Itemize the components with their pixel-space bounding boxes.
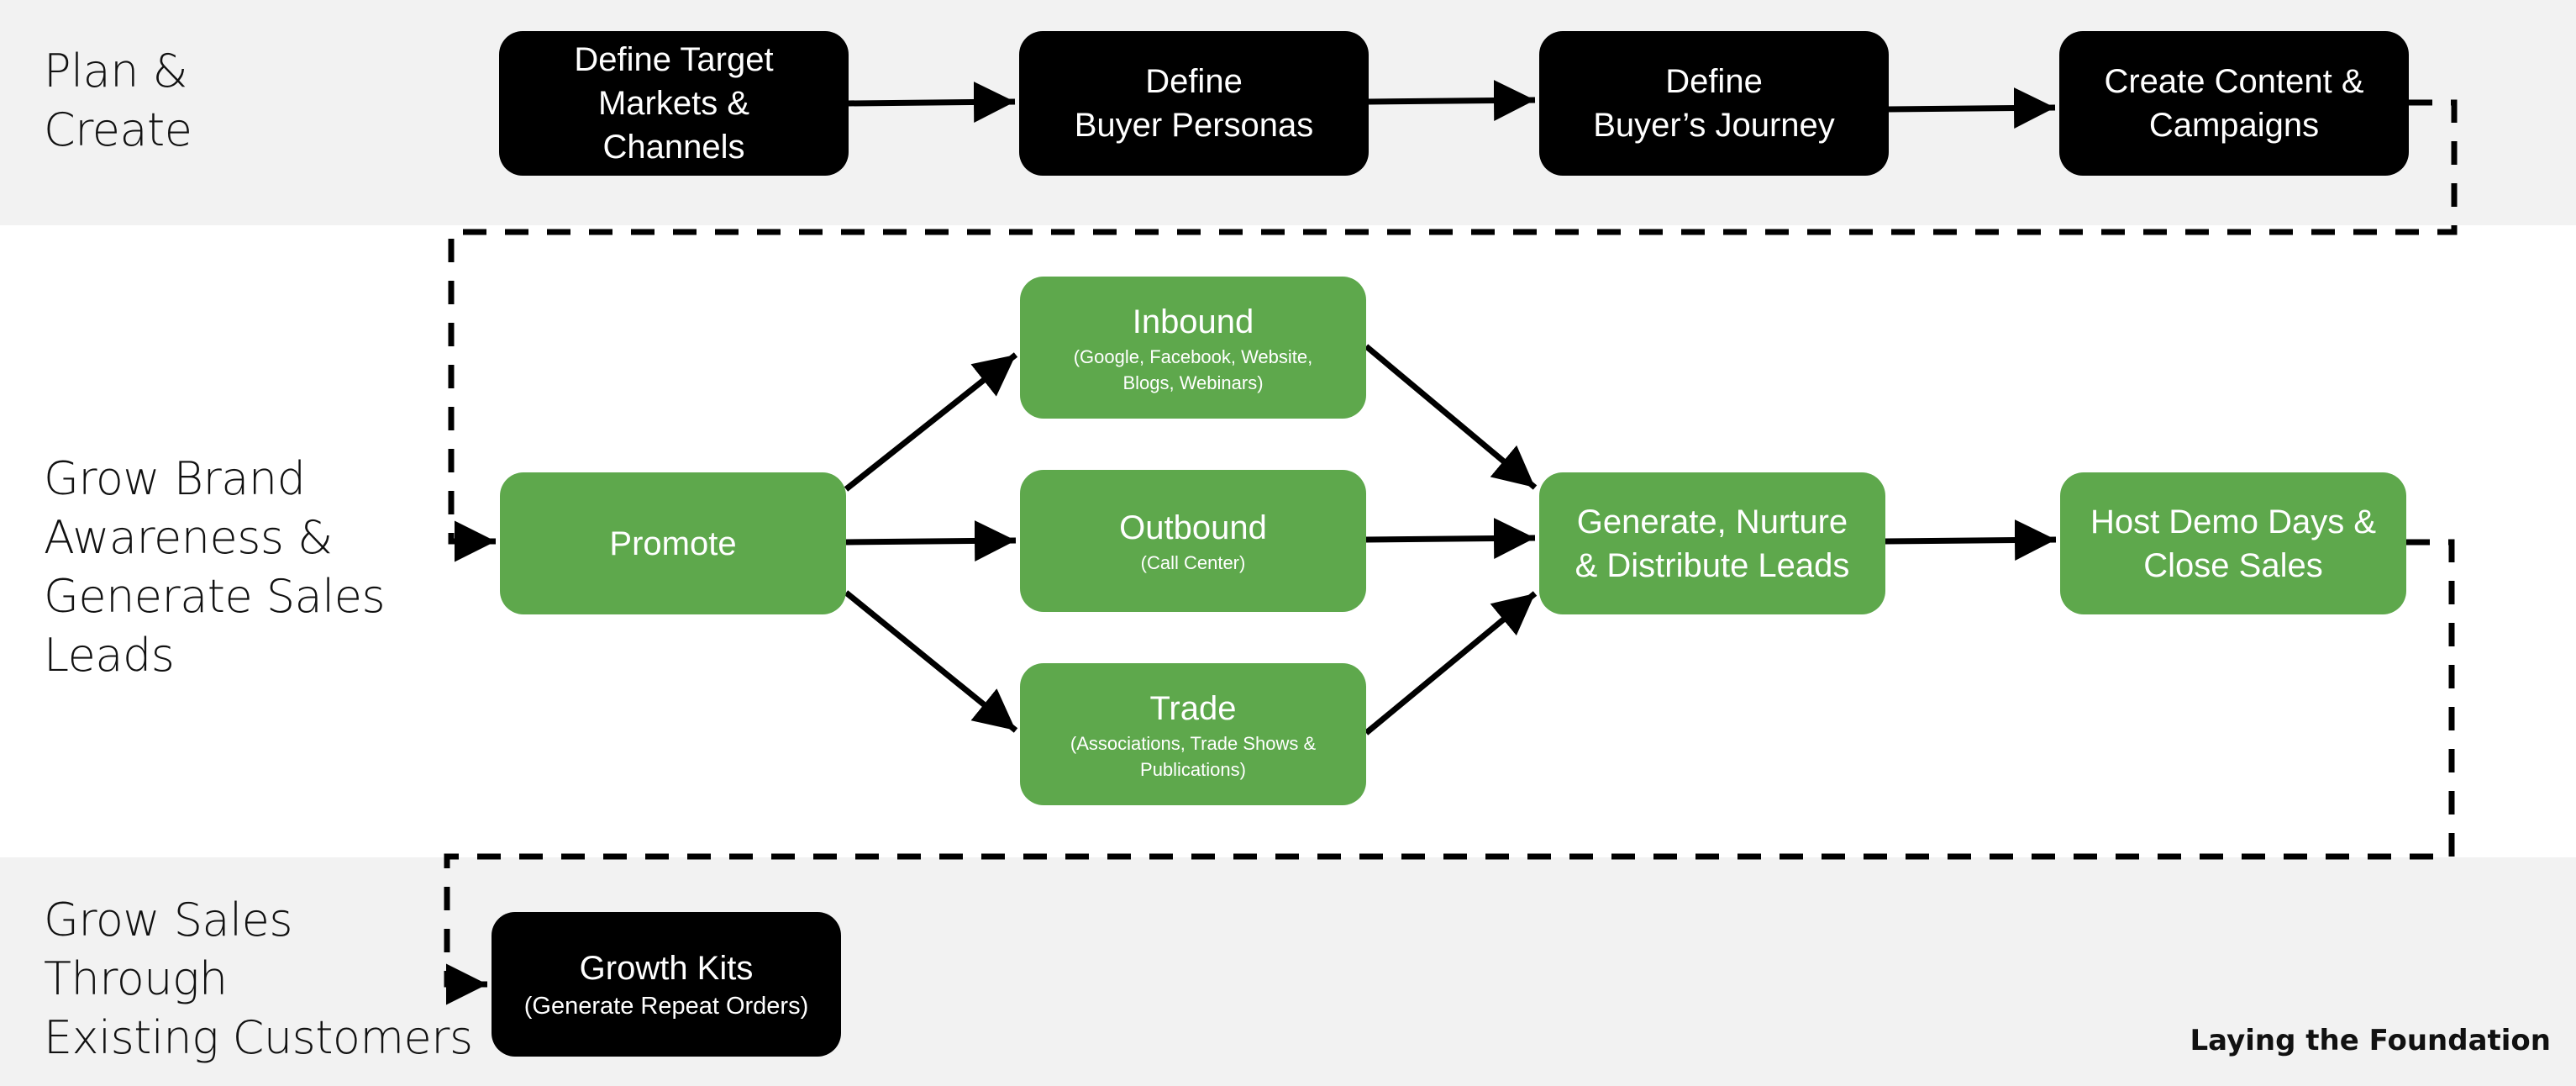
node-title: Promote bbox=[609, 525, 737, 562]
node-define-buyers-journey: Define Buyer’s Journey bbox=[1539, 31, 1889, 176]
node-promote: Promote bbox=[500, 472, 846, 614]
edge-trade-to-generate-leads bbox=[1364, 591, 1538, 735]
node-growth-kits: Growth Kits (Generate Repeat Orders) bbox=[492, 912, 841, 1057]
node-subtitle: (Google, Facebook, Website, Blogs, Webin… bbox=[1073, 345, 1313, 393]
edge-define-target-markets-to-define-buyer-personas bbox=[848, 81, 1016, 123]
edge-inbound-to-generate-leads bbox=[1364, 344, 1538, 490]
node-title: Inbound bbox=[1132, 303, 1254, 340]
node-define-target-markets: Define Target Markets & Channels bbox=[499, 31, 849, 176]
edge-define-buyer-personas-to-define-buyers-journey bbox=[1368, 79, 1536, 121]
node-host-demo-days: Host Demo Days & Close Sales bbox=[2060, 472, 2406, 614]
node-subtitle: (Generate Repeat Orders) bbox=[523, 993, 809, 1020]
node-title: Generate, Nurture & Distribute Leads bbox=[1575, 503, 1850, 584]
node-title: Define Buyer’s Journey bbox=[1593, 63, 1835, 144]
node-generate-leads: Generate, Nurture & Distribute Leads bbox=[1539, 472, 1885, 614]
edge-generate-leads-to-host-demo-days bbox=[1885, 519, 2057, 561]
node-create-content: Create Content & Campaigns bbox=[2059, 31, 2409, 176]
node-title: Growth Kits bbox=[579, 950, 754, 987]
node-title: Outbound bbox=[1119, 509, 1267, 546]
node-define-buyer-personas: Define Buyer Personas bbox=[1019, 31, 1369, 176]
node-title: Create Content & Campaigns bbox=[2104, 63, 2364, 144]
node-inbound: Inbound (Google, Facebook, Website, Blog… bbox=[1020, 277, 1366, 419]
node-trade: Trade (Associations, Trade Shows & Publi… bbox=[1020, 663, 1366, 805]
edge-promote-to-outbound bbox=[845, 519, 1017, 561]
edge-promote-to-trade bbox=[844, 590, 1018, 733]
edge-outbound-to-generate-leads bbox=[1365, 517, 1536, 559]
edge-promote-to-inbound bbox=[844, 352, 1018, 492]
edge-define-buyers-journey-to-create-content bbox=[1888, 87, 2056, 129]
node-title: Trade bbox=[1149, 689, 1237, 727]
node-title: Host Demo Days & Close Sales bbox=[2090, 503, 2377, 584]
node-title: Define Target Markets & Channels bbox=[574, 41, 774, 166]
node-title: Define Buyer Personas bbox=[1074, 63, 1314, 144]
node-outbound: Outbound (Call Center) bbox=[1020, 470, 1366, 612]
node-subtitle: (Associations, Trade Shows & Publication… bbox=[1070, 732, 1317, 780]
node-subtitle: (Call Center) bbox=[1140, 552, 1246, 573]
footer-title: Laying the Foundation bbox=[2190, 1024, 2551, 1057]
